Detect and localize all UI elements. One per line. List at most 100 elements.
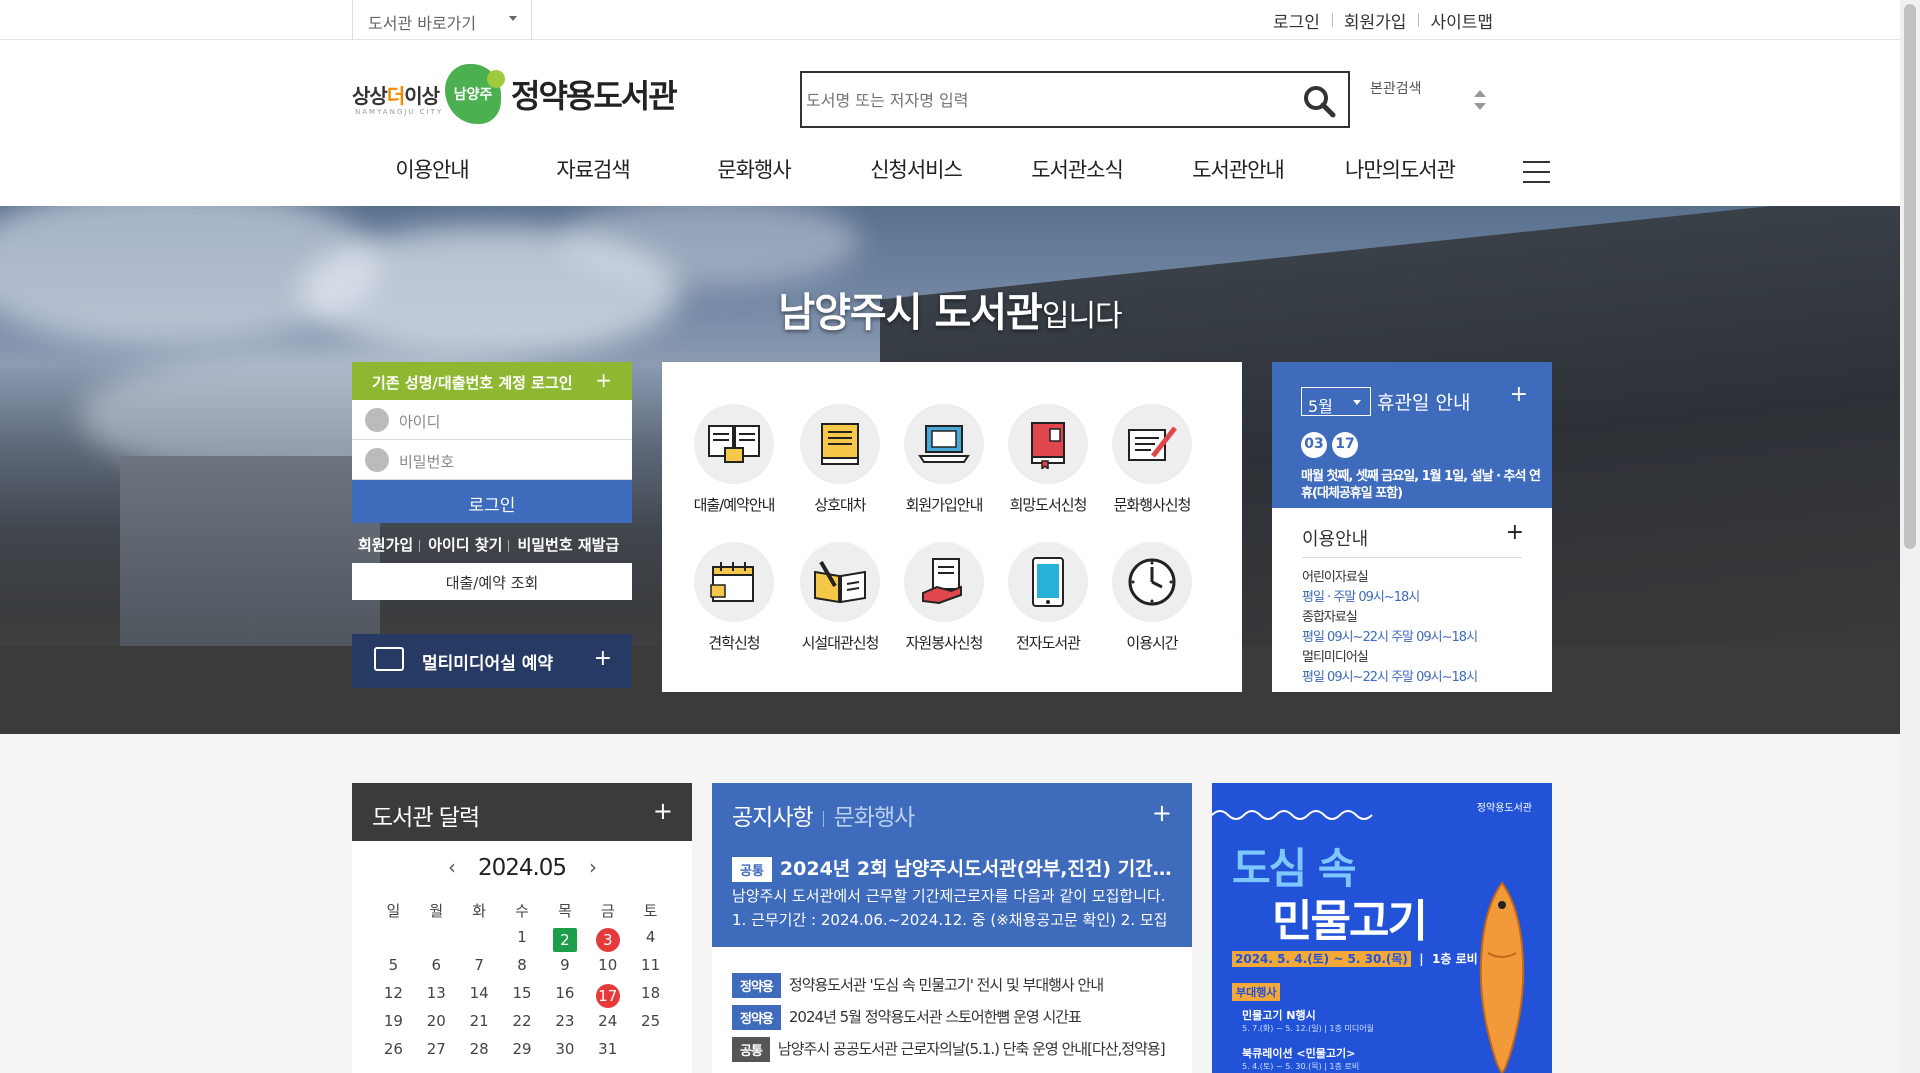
calendar-day[interactable]: 30 <box>543 1040 586 1068</box>
calendar-day[interactable]: 1 <box>501 928 544 956</box>
nav-culture-events[interactable]: 문화행사 <box>674 154 834 184</box>
nav-news[interactable]: 도서관소식 <box>997 154 1157 184</box>
list-item[interactable]: 공통 남양주시 공공도서관 근로자의날(5.1.) 단축 운영 안내[다산,정약용… <box>732 1037 1172 1069</box>
calendar-day[interactable]: 24 <box>586 1012 629 1040</box>
nav-library-info[interactable]: 도서관안내 <box>1158 154 1318 184</box>
featured-notice-title[interactable]: 공통2024년 2회 남양주시도서관(와부,진건) 기간제근로자 모집 공고 <box>732 854 1172 882</box>
exhibition-poster[interactable]: 정약용도서관 도심 속 민물고기 2024. 5. 4.(토) ~ 5. 30.… <box>1212 783 1552 1073</box>
calendar-day[interactable]: 8 <box>501 956 544 984</box>
calendar-day[interactable]: 14 <box>458 984 501 1012</box>
scrollbar-thumb[interactable] <box>1904 4 1916 549</box>
password-field[interactable]: 비밀번호 <box>352 440 632 480</box>
calendar-day[interactable]: 18 <box>629 984 672 1012</box>
calendar-day[interactable]: 27 <box>415 1040 458 1068</box>
chevron-right-icon[interactable]: › <box>589 855 597 879</box>
calendar-day[interactable]: 13 <box>415 984 458 1012</box>
quick-event-request[interactable]: 문화행사신청 <box>1100 404 1204 515</box>
calendar-day[interactable]: 31 <box>586 1040 629 1068</box>
quick-book-request[interactable]: 희망도서신청 <box>996 404 1100 515</box>
calendar-weekday: 수 <box>515 902 529 920</box>
calendar-day[interactable]: 23 <box>543 1012 586 1040</box>
plus-icon[interactable]: + <box>653 797 673 825</box>
plus-icon[interactable]: + <box>1506 520 1524 545</box>
quick-loan-guide[interactable]: 대출/예약안내 <box>682 404 786 515</box>
calendar-day[interactable]: 25 <box>629 1012 672 1040</box>
signup-link[interactable]: 회원가입 <box>358 536 413 554</box>
calendar-day[interactable]: 20 <box>415 1012 458 1040</box>
logo-city-en: NAMYANGJU CITY <box>355 108 444 116</box>
month-select[interactable]: 5월 <box>1301 387 1371 416</box>
quick-tour-request[interactable]: 견학신청 <box>682 542 786 653</box>
monitor-icon <box>374 647 404 671</box>
login-button[interactable]: 로그인 <box>352 480 632 523</box>
notice-tag: 공통 <box>732 1037 770 1062</box>
quick-volunteer[interactable]: 자원봉사신청 <box>892 542 996 653</box>
sitemap-link[interactable]: 사이트맵 <box>1418 8 1505 33</box>
quick-membership[interactable]: 회원가입안내 <box>892 404 996 515</box>
login-link[interactable]: 로그인 <box>1261 8 1332 33</box>
search-icon[interactable] <box>1302 84 1336 118</box>
calendar-day[interactable]: 26 <box>372 1040 415 1068</box>
notice-list: 정약용 정약용도서관 '도심 속 민물고기' 전시 및 부대행사 안내 정약용 20… <box>732 973 1172 1069</box>
menu-icon[interactable] <box>1523 161 1550 183</box>
book-icon <box>821 423 859 465</box>
tab-culture-events[interactable]: 문화행사 <box>834 805 916 831</box>
select-arrows-icon[interactable] <box>1474 90 1486 110</box>
calendar-day[interactable]: 19 <box>372 1012 415 1040</box>
calendar-day <box>372 928 415 956</box>
nav-usage-guide[interactable]: 이용안내 <box>352 154 512 184</box>
main-nav: 이용안내 자료검색 문화행사 신청서비스 도서관소식 도서관안내 나만의도서관 <box>352 154 1552 194</box>
library-shortcut-select[interactable]: 도서관 바로가기 <box>352 0 532 40</box>
calendar-day[interactable]: 5 <box>372 956 415 984</box>
site-logo[interactable]: 상상더이상 남양주 NAMYANGJU CITY 정약용도서관 <box>352 64 678 124</box>
plus-icon[interactable]: + <box>1510 382 1528 407</box>
quick-digital-library[interactable]: 전자도서관 <box>996 542 1100 653</box>
multimedia-reservation-button[interactable]: 멀티미디어실 예약 + <box>352 634 632 688</box>
quick-interlibrary[interactable]: 상호대차 <box>788 404 892 515</box>
calendar-day[interactable]: 29 <box>501 1040 544 1068</box>
list-item[interactable]: 정약용 정약용도서관 '도심 속 민물고기' 전시 및 부대행사 안내 <box>732 973 1172 1005</box>
search-input[interactable] <box>806 87 1276 113</box>
calendar-day[interactable]: 10 <box>586 956 629 984</box>
chevron-left-icon[interactable]: ‹ <box>448 855 456 879</box>
calendar-day[interactable]: 28 <box>458 1040 501 1068</box>
calendar-day[interactable]: 7 <box>458 956 501 984</box>
calendar-day[interactable]: 22 <box>501 1012 544 1040</box>
loan-check-button[interactable]: 대출/예약 조회 <box>352 563 632 600</box>
id-field[interactable]: 아이디 <box>352 400 632 440</box>
calendar-day[interactable]: 12 <box>372 984 415 1012</box>
calendar-day[interactable]: 16 <box>543 984 586 1012</box>
quick-menu: 대출/예약안내 상호대차 회원가입안내 희망도서신청 문화행사신청 견학신청 시… <box>662 362 1242 692</box>
nav-my-library[interactable]: 나만의도서관 <box>1320 154 1480 184</box>
calendar-day[interactable]: 4 <box>629 928 672 956</box>
calendar-day[interactable]: 3 <box>586 928 629 956</box>
quick-facility-rental[interactable]: 시설대관신청 <box>788 542 892 653</box>
search-type-select[interactable]: 본관검색 <box>1370 78 1460 112</box>
tab-notice[interactable]: 공지사항 <box>732 805 814 831</box>
legacy-login-header[interactable]: 기존 성명/대출번호 계정 로그인 + <box>352 362 632 400</box>
quick-opening-hours[interactable]: 이용시간 <box>1100 542 1204 653</box>
calendar-weekday-row: 일월화수목금토 <box>372 900 672 928</box>
list-item[interactable]: 정약용 2024년 5월 정약용도서관 스토어한뼘 운영 시간표 <box>732 1005 1172 1037</box>
calendar-day[interactable]: 2 <box>543 928 586 956</box>
scrollbar[interactable] <box>1900 0 1920 1073</box>
nav-application[interactable]: 신청서비스 <box>836 154 996 184</box>
calendar-day[interactable]: 17 <box>586 984 629 1012</box>
calendar-weekday: 일 <box>386 902 401 920</box>
document-pen-icon <box>1128 426 1177 461</box>
reset-password-link[interactable]: 비밀번호 재발급 <box>517 536 619 554</box>
nav-search[interactable]: 자료검색 <box>513 154 673 184</box>
calendar-day[interactable]: 11 <box>629 956 672 984</box>
notice-tag: 공통 <box>732 857 772 882</box>
calendar-day <box>458 928 501 956</box>
library-name: 정약용도서관 <box>511 77 678 115</box>
calendar-day[interactable]: 6 <box>415 956 458 984</box>
calendar-day[interactable]: 21 <box>458 1012 501 1040</box>
find-id-link[interactable]: 아이디 찾기 <box>428 536 502 554</box>
calendar-day[interactable]: 15 <box>501 984 544 1012</box>
poster-sub-header: 부대행사 <box>1232 983 1281 1001</box>
plus-icon[interactable]: + <box>1152 799 1172 827</box>
signup-link[interactable]: 회원가입 <box>1331 8 1419 33</box>
closed-days-desc: 매월 첫째, 셋째 금요일, 1월 1일, 설날 · 추석 연휴(대체공휴일 포… <box>1301 469 1541 501</box>
calendar-day[interactable]: 9 <box>543 956 586 984</box>
